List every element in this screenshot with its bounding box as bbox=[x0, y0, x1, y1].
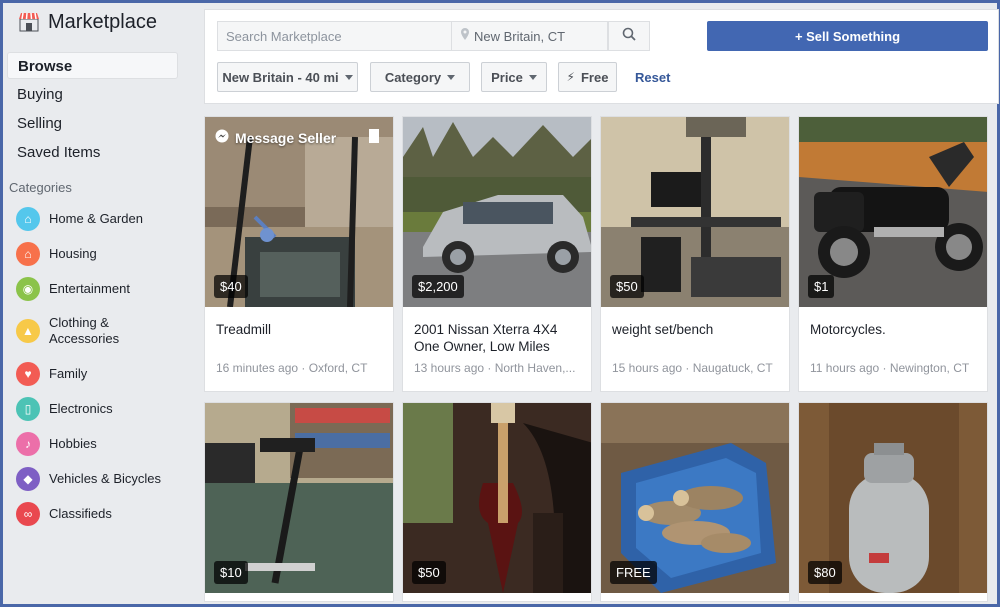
category-label: Hobbies bbox=[49, 435, 97, 451]
category-label: Electronics bbox=[49, 400, 113, 416]
price-badge: $2,200 bbox=[412, 275, 464, 298]
guitar-icon: ♪ bbox=[16, 431, 40, 456]
nav-saved-items[interactable]: Saved Items bbox=[7, 139, 178, 166]
marketplace-shop-icon bbox=[18, 11, 40, 33]
messenger-icon bbox=[215, 129, 229, 146]
brand[interactable]: Marketplace bbox=[4, 4, 194, 40]
listing-title: Treadmill bbox=[216, 322, 272, 337]
car-icon: ◆ bbox=[16, 466, 40, 491]
price-filter[interactable]: Price bbox=[481, 62, 547, 92]
category-housing[interactable]: ⌂ Housing bbox=[4, 236, 194, 271]
category-label: Classifieds bbox=[49, 505, 112, 521]
price-badge: $50 bbox=[610, 275, 644, 298]
listing-card[interactable]: $10 bbox=[204, 402, 394, 602]
listing-photo[interactable]: $80 bbox=[799, 403, 987, 593]
search-icon bbox=[622, 27, 636, 46]
binoculars-icon: ∞ bbox=[16, 501, 40, 526]
reset-link[interactable]: Reset bbox=[635, 70, 670, 85]
listing-card[interactable]: FREE bbox=[600, 402, 790, 602]
message-seller-overlay[interactable]: Message Seller bbox=[215, 129, 336, 146]
price-badge: $10 bbox=[214, 561, 248, 584]
lightning-icon: ⚡ bbox=[566, 70, 575, 84]
shirt-icon: ▲ bbox=[16, 319, 40, 343]
app-title: Marketplace bbox=[48, 10, 157, 33]
listing-meta: 16 minutes ago · Oxford, CT bbox=[216, 361, 368, 375]
listing-photo[interactable]: $2,200 bbox=[403, 117, 591, 307]
category-label: Entertainment bbox=[49, 280, 130, 296]
listing-photo[interactable]: $50 bbox=[403, 403, 591, 593]
chevron-down-icon bbox=[447, 74, 456, 80]
category-label: Vehicles & Bicycles bbox=[49, 470, 161, 486]
bookmark-icon[interactable] bbox=[369, 129, 379, 143]
listing-title: Motorcycles. bbox=[810, 322, 886, 337]
search-button[interactable] bbox=[608, 21, 650, 51]
filter-panel: Search Marketplace New Britain, CT + Sel… bbox=[204, 9, 999, 104]
price-filter-label: Price bbox=[491, 69, 523, 85]
price-badge: $1 bbox=[808, 275, 835, 298]
listing-photo[interactable]: $50 bbox=[601, 117, 789, 307]
price-badge: FREE bbox=[610, 561, 657, 584]
radius-label: New Britain - 40 mi bbox=[222, 69, 339, 85]
category-electronics[interactable]: ▯ Electronics bbox=[4, 391, 194, 426]
gamepad-icon: ◉ bbox=[16, 276, 40, 301]
listing-photo[interactable]: $1 bbox=[799, 117, 987, 307]
free-filter[interactable]: ⚡ Free bbox=[558, 62, 617, 92]
listing-meta: 13 hours ago · North Haven,... bbox=[414, 361, 576, 375]
sidebar: Marketplace Browse Buying Selling Saved … bbox=[4, 4, 194, 531]
listing-card[interactable]: $80 bbox=[798, 402, 988, 602]
categories-heading: Categories bbox=[9, 180, 72, 195]
category-family[interactable]: ♥ Family bbox=[4, 356, 194, 391]
listing-card[interactable]: $50 bbox=[402, 402, 592, 602]
location-input[interactable]: New Britain, CT bbox=[451, 21, 608, 51]
category-label: Clothing & Accessories bbox=[49, 315, 120, 346]
chevron-down-icon bbox=[344, 74, 353, 80]
location-value: New Britain, CT bbox=[474, 28, 566, 44]
category-clothing[interactable]: ▲ Clothing & Accessories bbox=[4, 306, 194, 356]
listing-title: 2001 Nissan Xterra 4X4 One Owner, Low Mi… bbox=[414, 322, 558, 354]
heart-icon: ♥ bbox=[16, 361, 40, 386]
category-label: Housing bbox=[49, 245, 97, 261]
category-label: Home & Garden bbox=[49, 210, 143, 226]
category-filter[interactable]: Category bbox=[370, 62, 470, 92]
house-icon: ⌂ bbox=[16, 241, 40, 266]
listing-card[interactable]: $2,200 2001 Nissan Xterra 4X4 One Owner,… bbox=[402, 116, 592, 392]
listing-meta: 11 hours ago · Newington, CT bbox=[810, 361, 970, 375]
category-vehicles[interactable]: ◆ Vehicles & Bicycles bbox=[4, 461, 194, 496]
listing-photo[interactable]: $10 bbox=[205, 403, 393, 593]
location-pin-icon bbox=[452, 27, 470, 45]
sell-something-button[interactable]: + Sell Something bbox=[707, 21, 988, 51]
listing-photo[interactable]: Message Seller $40 bbox=[205, 117, 393, 307]
listing-card[interactable]: Message Seller $40 Treadmill 16 minutes … bbox=[204, 116, 394, 392]
chevron-down-icon bbox=[528, 74, 537, 80]
category-hobbies[interactable]: ♪ Hobbies bbox=[4, 426, 194, 461]
category-home-garden[interactable]: ⌂ Home & Garden bbox=[4, 201, 194, 236]
nav-browse[interactable]: Browse bbox=[7, 52, 178, 79]
category-entertainment[interactable]: ◉ Entertainment bbox=[4, 271, 194, 306]
listing-photo[interactable]: FREE bbox=[601, 403, 789, 593]
category-filter-label: Category bbox=[384, 69, 442, 85]
listing-card[interactable]: $1 Motorcycles. 11 hours ago · Newington… bbox=[798, 116, 988, 392]
price-badge: $50 bbox=[412, 561, 446, 584]
message-seller-label: Message Seller bbox=[235, 129, 337, 146]
phone-icon: ▯ bbox=[16, 396, 40, 421]
free-filter-label: Free bbox=[580, 69, 609, 85]
category-label: Family bbox=[49, 365, 88, 381]
category-classifieds[interactable]: ∞ Classifieds bbox=[4, 496, 194, 531]
radius-filter[interactable]: New Britain - 40 mi bbox=[217, 62, 358, 92]
price-badge: $40 bbox=[214, 275, 248, 298]
nav-buying[interactable]: Buying bbox=[7, 81, 178, 108]
nav-selling[interactable]: Selling bbox=[7, 110, 178, 137]
listing-card[interactable]: $50 weight set/bench 15 hours ago · Naug… bbox=[600, 116, 790, 392]
price-badge: $80 bbox=[808, 561, 842, 584]
home-icon: ⌂ bbox=[16, 206, 40, 231]
listing-meta: 15 hours ago · Naugatuck, CT bbox=[612, 361, 773, 375]
listing-title: weight set/bench bbox=[612, 322, 714, 337]
